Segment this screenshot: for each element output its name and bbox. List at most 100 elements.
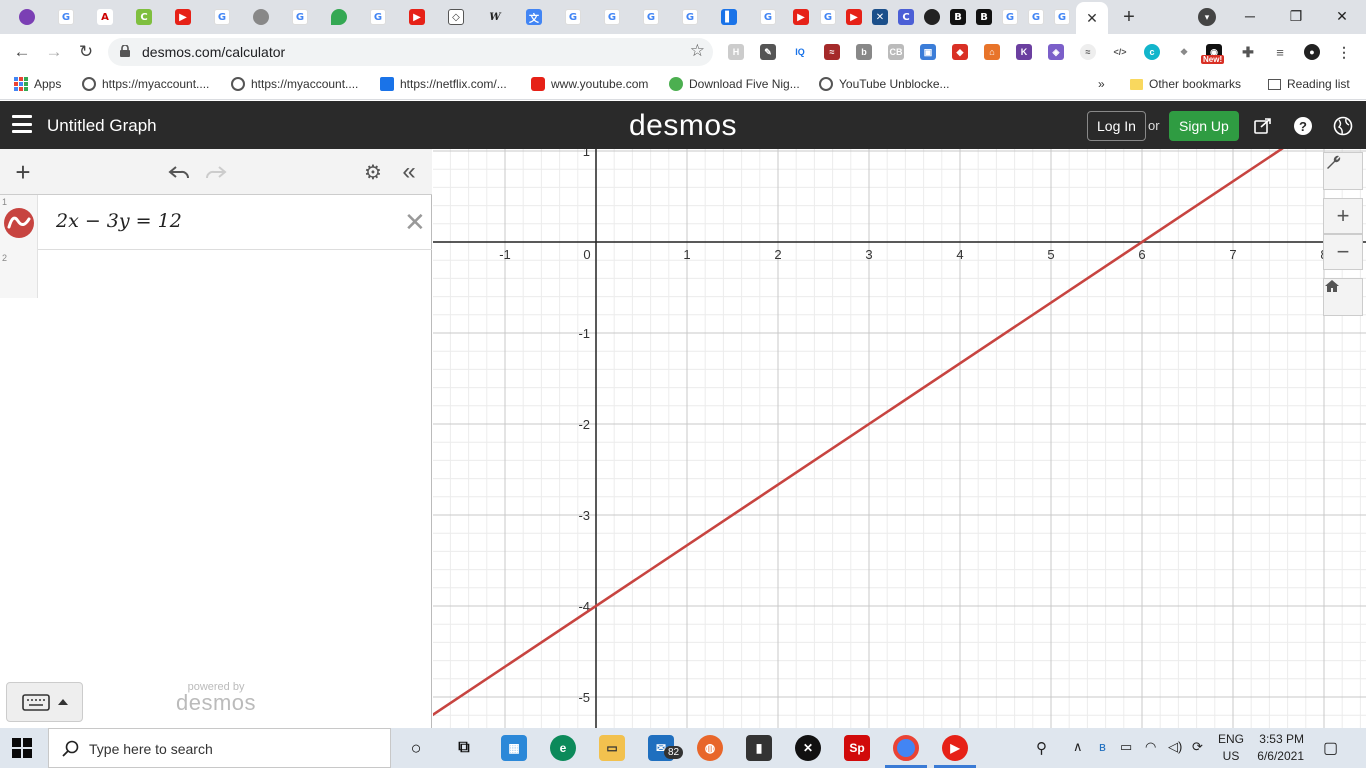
tab-b-icon[interactable]: B [945, 6, 971, 28]
extension-icon[interactable]: ≈ [824, 44, 840, 60]
address-bar[interactable]: desmos.com/calculator ☆ [108, 38, 713, 66]
bookmark-item[interactable]: www.youtube.com [531, 77, 648, 91]
windows-start-icon[interactable] [12, 738, 32, 758]
tab-google-icon[interactable]: G [209, 6, 235, 28]
restore-icon[interactable]: ❐ [1276, 4, 1316, 28]
extension-icon[interactable]: b [856, 44, 872, 60]
zoom-in-icon[interactable]: + [1323, 198, 1363, 234]
tab-redletter-icon[interactable]: A [92, 6, 118, 28]
profile-icon[interactable]: ● [1304, 44, 1320, 60]
tab-search-icon[interactable]: ▾ [1198, 8, 1216, 26]
tab-cross-icon[interactable]: ✕ [867, 6, 893, 28]
undo-icon[interactable] [167, 160, 191, 184]
extension-icon[interactable]: K [1016, 44, 1032, 60]
cortana-icon[interactable]: ○ [403, 735, 429, 761]
tab-google-icon[interactable]: G [599, 6, 625, 28]
tab-google-icon[interactable]: G [365, 6, 391, 28]
graph-canvas[interactable]: -10123456781-1-2-3-4-5 + − [433, 149, 1366, 728]
sp-app-icon[interactable]: Sp [844, 735, 870, 761]
tab-youtube-icon[interactable]: ▶ [841, 6, 867, 28]
volume-icon[interactable]: ◁) [1168, 739, 1182, 755]
file-explorer-icon[interactable]: ▭ [599, 735, 625, 761]
people-icon[interactable]: ⚲ [1036, 739, 1047, 757]
calendar-app-icon[interactable]: ▦ [501, 735, 527, 761]
puzzle-icon[interactable]: ✚ [1240, 44, 1256, 60]
help-icon[interactable]: ? [1292, 115, 1314, 137]
language-globe-icon[interactable] [1332, 115, 1354, 137]
redo-icon[interactable] [204, 160, 228, 184]
reload-icon[interactable]: ↻ [74, 40, 98, 64]
graph-title[interactable]: Untitled Graph [47, 116, 157, 136]
default-zoom-home-icon[interactable] [1323, 278, 1363, 316]
bookmarks-overflow[interactable]: » [1098, 77, 1105, 91]
forward-icon[interactable]: → [42, 40, 66, 64]
notifications-icon[interactable]: ▢ [1323, 738, 1338, 758]
extension-icon[interactable]: CB [888, 44, 904, 60]
tab-google-icon[interactable]: G [1049, 6, 1075, 28]
keyboard-toggle-button[interactable] [6, 682, 83, 722]
powered-by-desmos[interactable]: powered by desmos [176, 681, 256, 716]
extension-icon[interactable]: H [728, 44, 744, 60]
kebab-menu-icon[interactable]: ⋮ [1336, 44, 1352, 60]
tab-active-desmos[interactable]: ✕ [1076, 2, 1108, 34]
tab-youtube-icon[interactable]: ▶ [788, 6, 814, 28]
bookmark-item[interactable]: Download Five Nig... [669, 77, 800, 91]
url-text[interactable]: desmos.com/calculator [142, 44, 285, 60]
share-icon[interactable] [1252, 115, 1274, 137]
task-view-icon[interactable]: ⧉ [451, 735, 477, 761]
collapse-panel-icon[interactable]: « [397, 158, 421, 185]
bluetooth-icon[interactable]: ʙ [1099, 739, 1106, 754]
tab-google-icon[interactable]: G [1023, 6, 1049, 28]
expression-math[interactable]: 2x − 3y = 12 [56, 210, 182, 232]
signup-button[interactable]: Sign Up [1169, 111, 1239, 141]
tab-wikipedia-icon[interactable]: W [482, 6, 508, 28]
show-hidden-icons-icon[interactable]: ∧ [1073, 739, 1083, 755]
delete-expression-icon[interactable]: ✕ [404, 207, 426, 238]
sync-icon[interactable]: ⟳ [1192, 739, 1203, 755]
firefox-icon[interactable]: ◍ [697, 735, 723, 761]
tab-google-icon[interactable]: G [560, 6, 586, 28]
extension-icon[interactable]: c [1144, 44, 1160, 60]
tab-google-icon[interactable]: G [997, 6, 1023, 28]
tab-translate-icon[interactable]: 文 [521, 6, 547, 28]
bookmark-item[interactable]: YouTube Unblocke... [819, 77, 950, 91]
settings-gear-icon[interactable]: ⚙ [361, 160, 385, 184]
extension-icon[interactable]: ▣ [920, 44, 936, 60]
graph-settings-wrench-icon[interactable] [1323, 152, 1363, 190]
bookmark-star-icon[interactable]: ☆ [690, 41, 705, 61]
tab-youtube-icon[interactable]: ▶ [404, 6, 430, 28]
bookmark-apps[interactable]: Apps [14, 77, 61, 91]
tab-diamond-icon[interactable]: ◇ [443, 6, 469, 28]
tab-google-icon[interactable]: G [287, 6, 313, 28]
taskbar-search-box[interactable]: Type here to search [48, 728, 391, 768]
bookmark-item[interactable]: https://myaccount.... [82, 77, 209, 91]
expression-row[interactable]: 1 2x − 3y = 12 ✕ [0, 195, 432, 250]
tab-apple-icon[interactable] [248, 6, 274, 28]
wifi-icon[interactable]: ◠ [1145, 739, 1156, 755]
empty-expression-row[interactable]: 2 [0, 250, 38, 298]
close-window-icon[interactable]: ✕ [1322, 4, 1362, 28]
tab-c-icon[interactable]: C [893, 6, 919, 28]
extension-icon[interactable]: ≈ [1080, 44, 1096, 60]
bookmark-item[interactable]: https://myaccount.... [231, 77, 358, 91]
tab-blue-icon[interactable]: ▌ [716, 6, 742, 28]
other-bookmarks[interactable]: Other bookmarks [1130, 77, 1241, 91]
extension-iq-icon[interactable]: IQ [792, 44, 808, 60]
tab-maps-icon[interactable] [326, 6, 352, 28]
login-button[interactable]: Log In [1087, 111, 1146, 141]
tab-youtube-icon[interactable]: ▶ [170, 6, 196, 28]
extension-icon[interactable]: ◆ [952, 44, 968, 60]
tab-google-icon[interactable]: G [815, 6, 841, 28]
youtube-music-icon[interactable]: ▶ [942, 735, 968, 761]
add-item-icon[interactable]: + [11, 157, 35, 187]
tab-green-c-icon[interactable]: C [131, 6, 157, 28]
battery-icon[interactable]: ▭ [1120, 739, 1132, 755]
tab-google-icon[interactable]: G [53, 6, 79, 28]
xbox-icon[interactable]: ✕ [795, 735, 821, 761]
extension-code-icon[interactable]: </> [1112, 44, 1128, 60]
reading-list[interactable]: Reading list [1268, 77, 1350, 91]
language-indicator[interactable]: ENG US [1218, 731, 1244, 765]
new-tab-button[interactable]: + [1118, 6, 1140, 28]
extension-icon[interactable]: ⌂ [984, 44, 1000, 60]
extension-icon[interactable]: ✎ [760, 44, 776, 60]
